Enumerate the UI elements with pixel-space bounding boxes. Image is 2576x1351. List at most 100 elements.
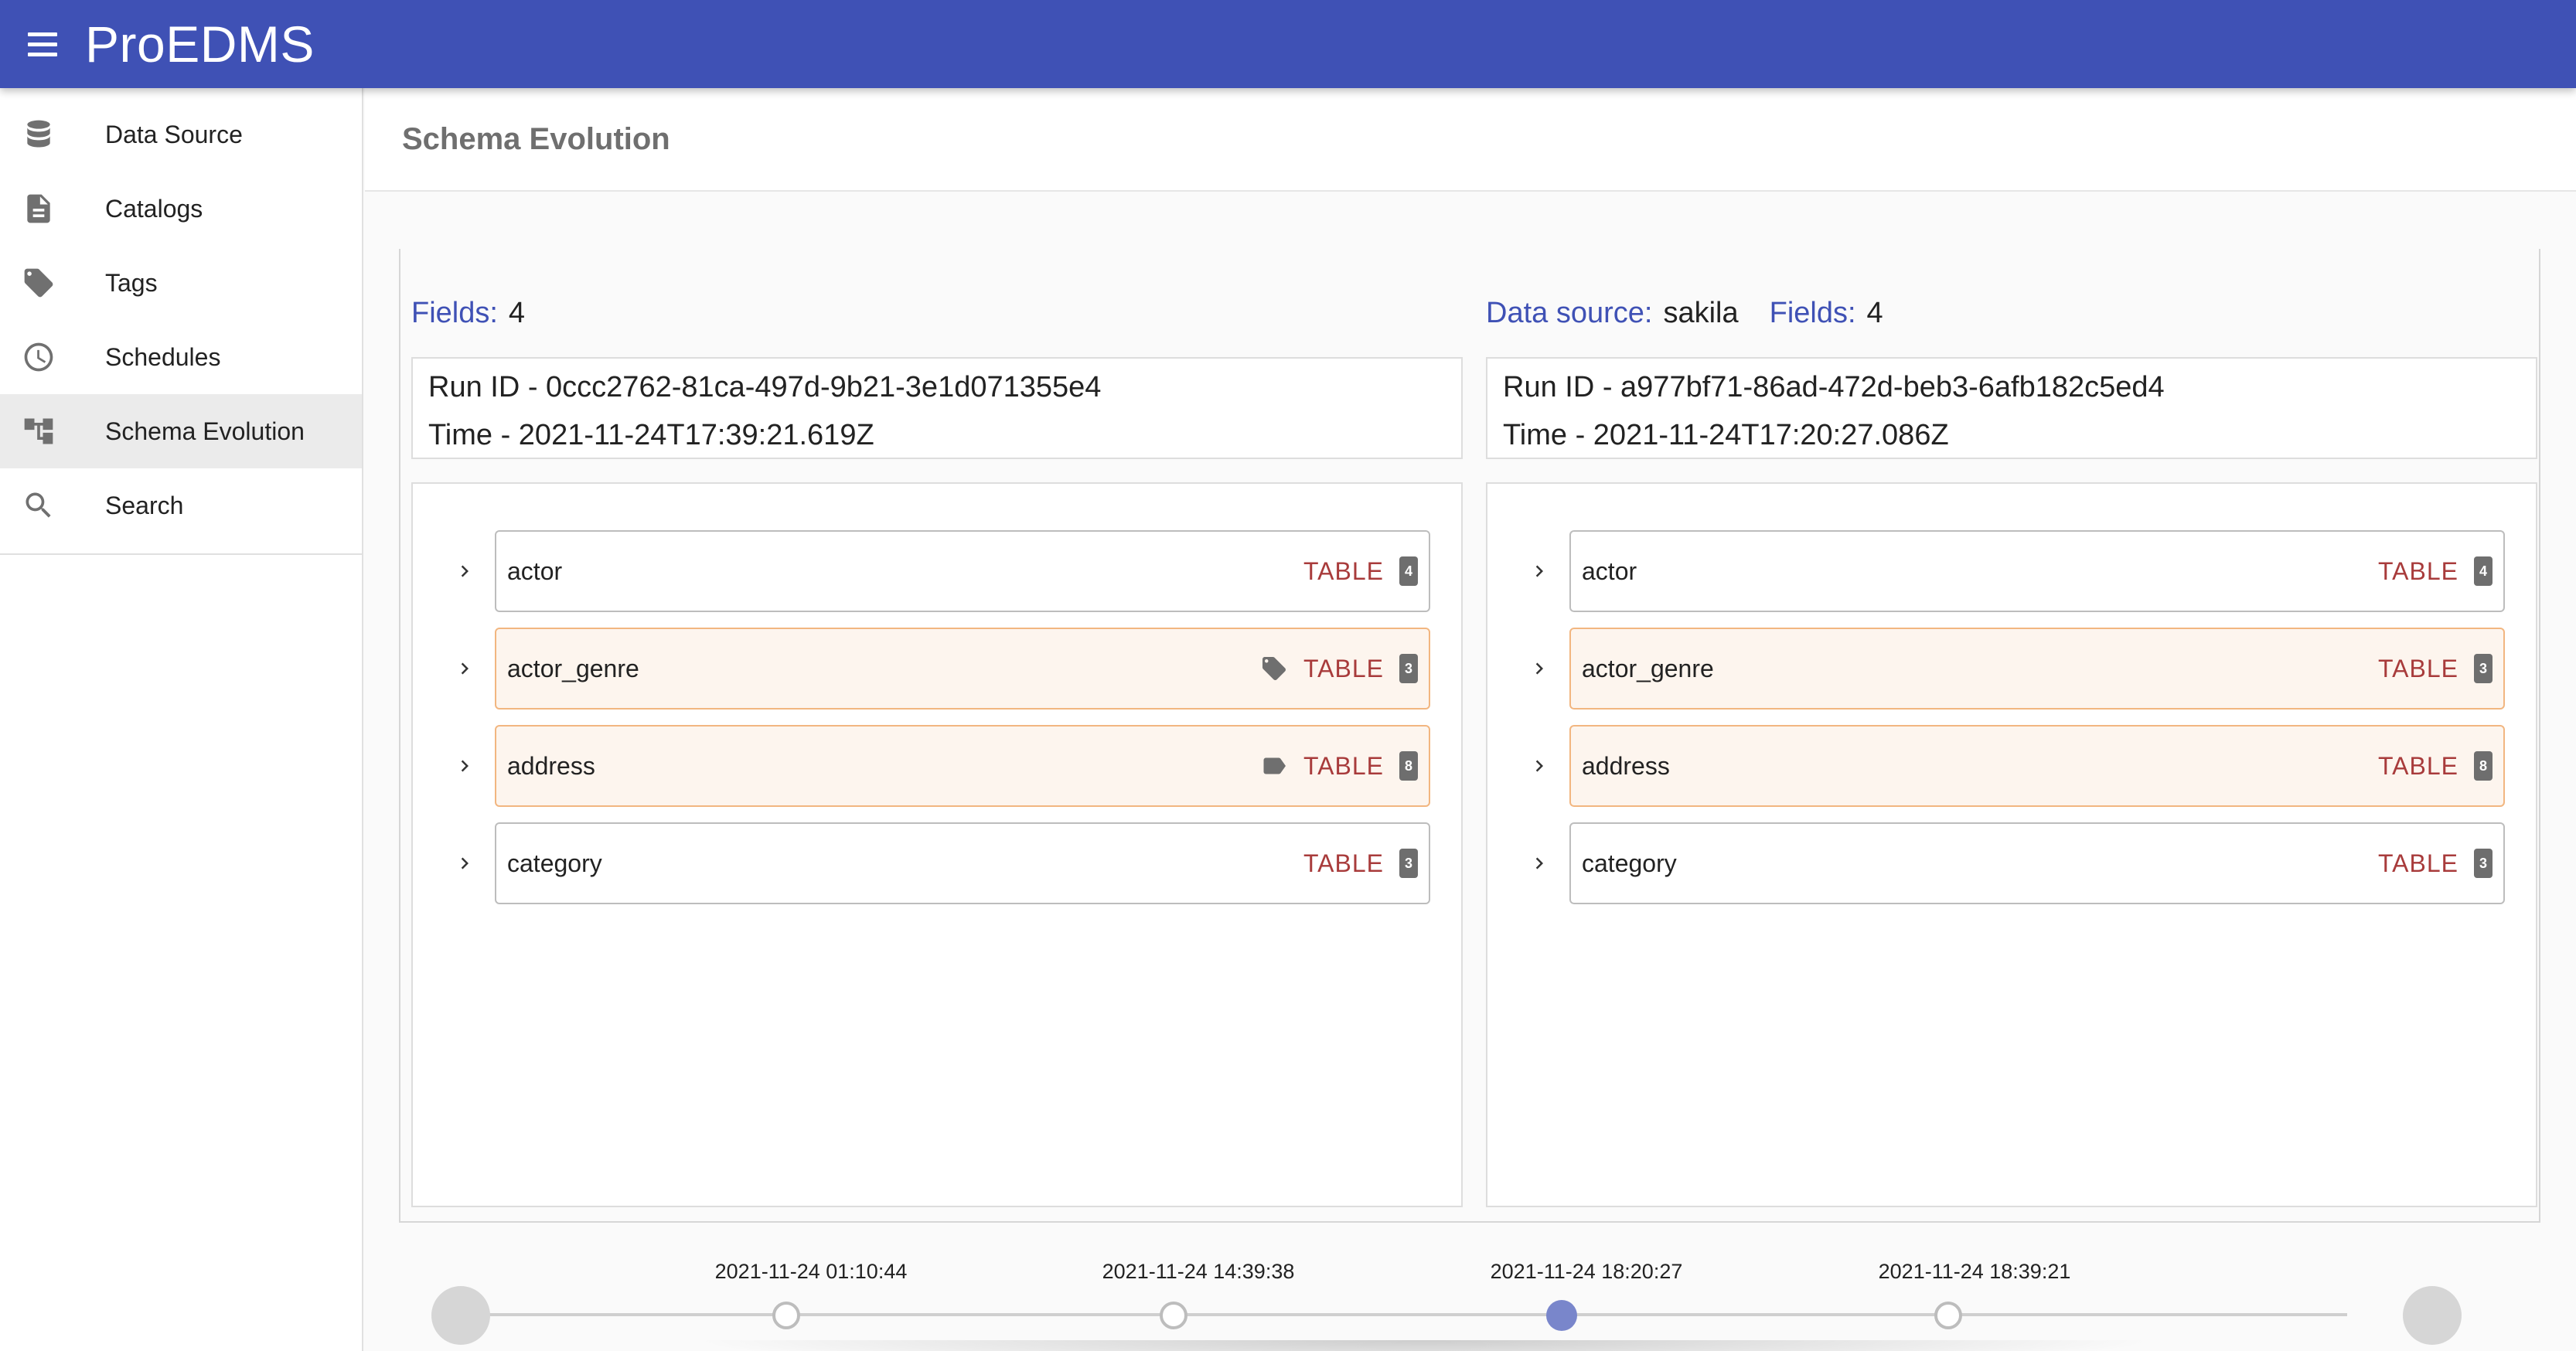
sidebar-item-label: Catalogs (105, 194, 203, 223)
menu-icon[interactable] (28, 22, 71, 66)
fields-value: 4 (1866, 297, 1883, 329)
chevron-right-icon[interactable] (453, 657, 476, 680)
table-type: TABLE (1303, 751, 1384, 780)
main-content: Schema Evolution Fields: 4 Run ID - 0ccc2… (365, 88, 2576, 1351)
tree-row: actor TABLE 4 (413, 530, 1464, 612)
field-count-badge: 3 (1399, 849, 1418, 878)
tree-row: actor_genre TABLE 3 (413, 628, 1464, 710)
data-source-label: Data source: (1486, 297, 1653, 329)
app-bar: ProEDMS (0, 0, 2576, 88)
left-run-info: Run ID - 0ccc2762-81ca-497d-9b21-3e1d071… (411, 357, 1463, 459)
fields-value: 4 (508, 297, 526, 329)
field-count-badge: 8 (2474, 751, 2493, 781)
table-type: TABLE (1303, 849, 1384, 877)
page-header: Schema Evolution (365, 88, 2576, 192)
sidebar-item-data-source[interactable]: Data Source (0, 97, 362, 172)
clock-icon (22, 340, 56, 374)
table-name: address (507, 751, 595, 780)
timeline-start-handle[interactable] (431, 1286, 490, 1345)
run-timeline: 2021-11-24 01:10:44 2021-11-24 14:39:38 … (365, 1247, 2576, 1351)
chevron-right-icon[interactable] (1528, 754, 1551, 778)
label-icon (1260, 752, 1288, 780)
chevron-right-icon[interactable] (453, 852, 476, 875)
left-meta-line: Fields: 4 (411, 297, 556, 330)
chevron-right-icon[interactable] (1528, 657, 1551, 680)
table-node-actor[interactable]: actor TABLE 4 (495, 530, 1430, 612)
timeline-point[interactable] (1160, 1302, 1187, 1329)
run-id: Run ID - a977bf71-86ad-472d-beb3-6afb182… (1503, 371, 2165, 403)
sidebar-item-search[interactable]: Search (0, 468, 362, 543)
chevron-right-icon[interactable] (1528, 560, 1551, 583)
table-node-actor-genre[interactable]: actor_genre TABLE 3 (1569, 628, 2505, 710)
table-type: TABLE (2378, 751, 2458, 780)
search-icon (22, 488, 56, 522)
table-name: actor_genre (507, 654, 639, 682)
left-schema-tree: actor TABLE 4 actor_genre TABLE 3 addres… (411, 482, 1463, 1207)
sidebar-item-label: Search (105, 491, 184, 519)
database-icon (22, 117, 56, 151)
timeline-point-selected[interactable] (1546, 1300, 1577, 1331)
tree-row: address TABLE 8 (1487, 725, 2539, 807)
sidebar-item-label: Schema Evolution (105, 417, 305, 445)
tree-row: address TABLE 8 (413, 725, 1464, 807)
table-name: address (1582, 751, 1670, 780)
table-name: actor_genre (1582, 654, 1714, 682)
table-node-actor-genre[interactable]: actor_genre TABLE 3 (495, 628, 1430, 710)
sidebar-item-tags[interactable]: Tags (0, 246, 362, 320)
left-schema-panel: Fields: 4 Run ID - 0ccc2762-81ca-497d-9b2… (411, 249, 1463, 1213)
sidebar-item-schema-evolution[interactable]: Schema Evolution (0, 394, 362, 468)
sidebar-nav: Data Source Catalogs Tags Schedules Sche… (0, 88, 362, 555)
table-node-category[interactable]: category TABLE 3 (495, 822, 1430, 904)
timeline-point[interactable] (772, 1302, 800, 1329)
table-type: TABLE (1303, 556, 1384, 585)
field-count-badge: 3 (2474, 654, 2493, 683)
table-node-address[interactable]: address TABLE 8 (1569, 725, 2505, 807)
table-name: category (1582, 849, 1677, 877)
fields-label: Fields: (1769, 297, 1856, 329)
page-title: Schema Evolution (402, 121, 670, 156)
chevron-right-icon[interactable] (453, 754, 476, 778)
right-run-info: Run ID - a977bf71-86ad-472d-beb3-6afb182… (1486, 357, 2537, 459)
schema-tree-icon (22, 414, 56, 448)
table-type: TABLE (2378, 849, 2458, 877)
table-name: actor (507, 556, 563, 585)
tag-icon (1260, 655, 1288, 682)
document-icon (22, 192, 56, 226)
table-name: category (507, 849, 602, 877)
right-schema-tree: actor TABLE 4 actor_genre TABLE 3 addres… (1486, 482, 2537, 1207)
chevron-right-icon[interactable] (453, 560, 476, 583)
data-source-value: sakila (1663, 297, 1739, 329)
chevron-right-icon[interactable] (1528, 852, 1551, 875)
timeline-point[interactable] (1934, 1302, 1962, 1329)
fields-label: Fields: (411, 297, 498, 329)
timeline-shadow (690, 1340, 2159, 1351)
run-time: Time - 2021-11-24T17:20:27.086Z (1503, 419, 1949, 451)
tree-row: category TABLE 3 (1487, 822, 2539, 904)
timeline-label: 2021-11-24 14:39:38 (1102, 1260, 1295, 1283)
field-count-badge: 3 (1399, 654, 1418, 683)
sidebar-item-schedules[interactable]: Schedules (0, 320, 362, 394)
sidebar: Data Source Catalogs Tags Schedules Sche… (0, 88, 363, 1351)
timeline-end-handle[interactable] (2403, 1286, 2462, 1345)
timeline-label: 2021-11-24 18:39:21 (1878, 1260, 2071, 1283)
timeline-label: 2021-11-24 01:10:44 (714, 1260, 908, 1283)
timeline-label: 2021-11-24 18:20:27 (1490, 1260, 1683, 1283)
sidebar-item-catalogs[interactable]: Catalogs (0, 172, 362, 246)
table-type: TABLE (2378, 654, 2458, 682)
table-type: TABLE (2378, 556, 2458, 585)
tree-row: actor TABLE 4 (1487, 530, 2539, 612)
sidebar-item-label: Schedules (105, 342, 221, 371)
table-node-category[interactable]: category TABLE 3 (1569, 822, 2505, 904)
run-time: Time - 2021-11-24T17:39:21.619Z (428, 419, 874, 451)
field-count-badge: 3 (2474, 849, 2493, 878)
right-meta-line: Data source: sakila Fields: 4 (1486, 297, 1914, 330)
timeline-track (461, 1313, 2347, 1316)
field-count-badge: 8 (1399, 751, 1418, 781)
table-type: TABLE (1303, 654, 1384, 682)
field-count-badge: 4 (1399, 556, 1418, 586)
table-node-actor[interactable]: actor TABLE 4 (1569, 530, 2505, 612)
schema-compare-area: Fields: 4 Run ID - 0ccc2762-81ca-497d-9b2… (399, 249, 2540, 1223)
table-node-address[interactable]: address TABLE 8 (495, 725, 1430, 807)
sidebar-item-label: Tags (105, 268, 158, 297)
field-count-badge: 4 (2474, 556, 2493, 586)
